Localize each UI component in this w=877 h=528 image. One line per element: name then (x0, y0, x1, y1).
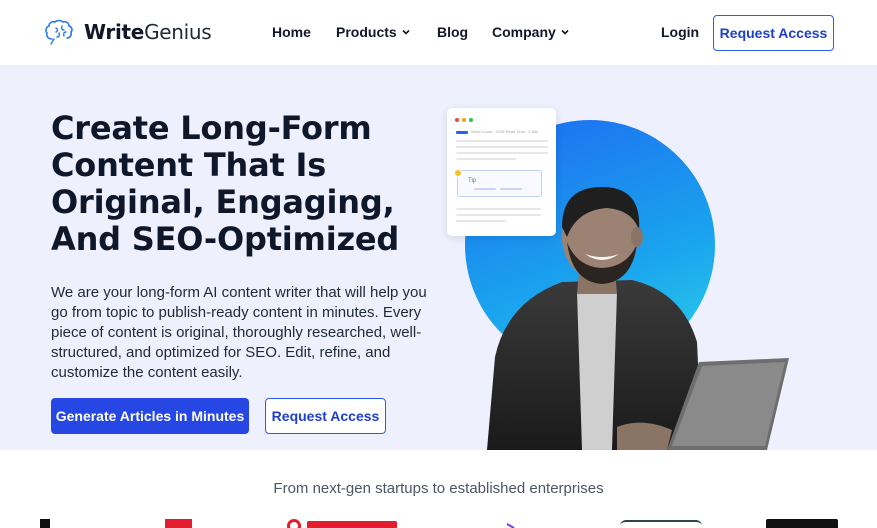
chevron-down-icon (561, 29, 569, 35)
login-link[interactable]: Login (661, 24, 699, 40)
generate-articles-button[interactable]: Generate Articles in Minutes (51, 398, 249, 434)
nav-products-label: Products (336, 24, 397, 40)
brand-logo-3 (287, 518, 402, 528)
nav-blog-label: Blog (437, 24, 469, 40)
tip-label: Tip (468, 178, 477, 184)
card-accent-bar (456, 131, 468, 134)
nav-item-company[interactable]: Company (492, 24, 570, 40)
brand-logo-6 (766, 519, 838, 528)
brain-icon (45, 19, 73, 45)
logo[interactable]: WriteGenius (44, 19, 212, 45)
brand-logo-5 (620, 518, 702, 528)
nav-company-label: Company (492, 24, 556, 40)
brand-logo-1 (40, 519, 50, 528)
card-meta-text: Word Count : 4128 Read Time : 2 Min (471, 129, 539, 134)
brand-logo-4 (506, 519, 516, 528)
article-preview-card: Word Count : 4128 Read Time : 2 Min Tip (447, 108, 556, 236)
brand-logo-2 (165, 519, 192, 528)
top-navbar: WriteGenius Home Products Blog Company L… (0, 0, 877, 65)
request-access-hero-button[interactable]: Request Access (265, 398, 386, 434)
hero-title: Create Long-Form Content That Is Origina… (51, 109, 400, 258)
lightbulb-icon (454, 169, 462, 177)
chevron-down-icon (402, 29, 410, 35)
trust-tagline: From next-gen startups to established en… (273, 480, 604, 497)
nav-item-home[interactable]: Home (272, 24, 311, 40)
window-dots (455, 118, 473, 122)
nav-item-blog[interactable]: Blog (437, 24, 468, 40)
nav-item-products[interactable]: Products (336, 24, 411, 40)
logo-text: WriteGenius (84, 20, 212, 44)
nav-home-label: Home (272, 24, 311, 40)
request-access-nav-button[interactable]: Request Access (713, 15, 834, 51)
hero-description: We are your long-form AI content writer … (51, 284, 427, 381)
tip-box: Tip (454, 169, 542, 197)
